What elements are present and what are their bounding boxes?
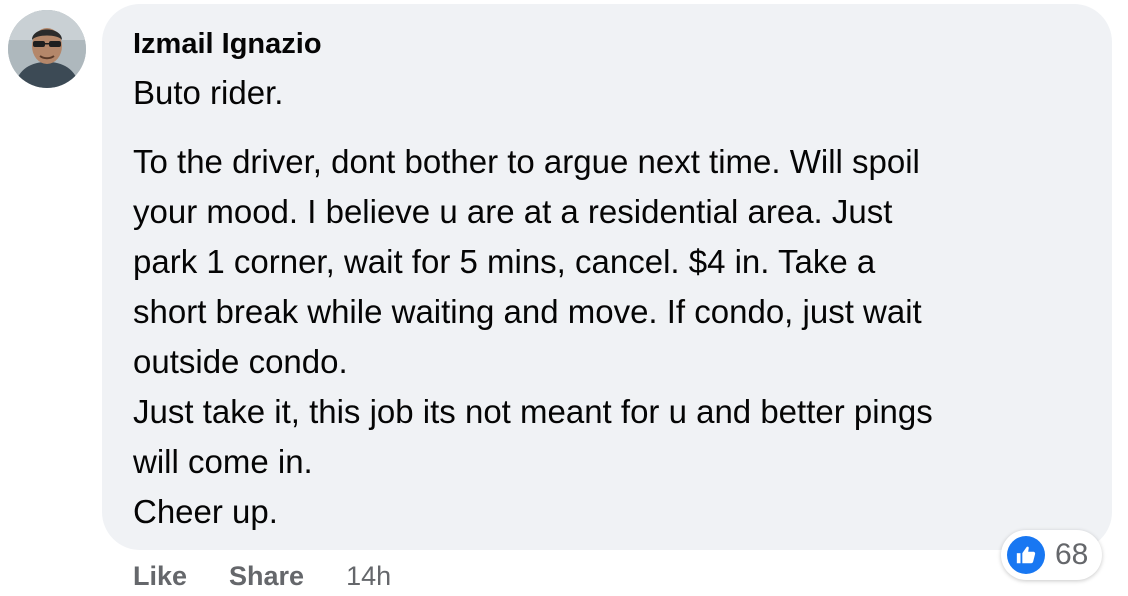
comment-line: To the driver, dont bother to argue next… [133, 143, 920, 180]
comment-text: Buto rider. To the driver, dont bother t… [133, 68, 1093, 537]
comment-line: Buto rider. [133, 74, 284, 111]
thumbs-up-icon [1007, 536, 1045, 574]
comment-actions: Like Share 14h [133, 556, 391, 596]
comment-line: short break while waiting and move. If c… [133, 293, 922, 330]
share-button[interactable]: Share [229, 561, 304, 592]
comment-line: Cheer up. [133, 493, 278, 530]
comment-line: your mood. I believe u are at a resident… [133, 193, 893, 230]
comment-line: park 1 corner, wait for 5 mins, cancel. … [133, 243, 876, 280]
avatar-image [8, 10, 86, 88]
comment-line: will come in. [133, 443, 313, 480]
reaction-summary[interactable]: 68 [1001, 530, 1103, 580]
reaction-count: 68 [1055, 538, 1089, 571]
like-button[interactable]: Like [133, 561, 187, 592]
comment-timestamp[interactable]: 14h [346, 561, 391, 592]
comment-line: outside condo. [133, 343, 348, 380]
comment-author[interactable]: Izmail Ignazio [133, 26, 322, 62]
comment-line: Just take it, this job its not meant for… [133, 393, 933, 430]
avatar[interactable] [8, 10, 86, 88]
